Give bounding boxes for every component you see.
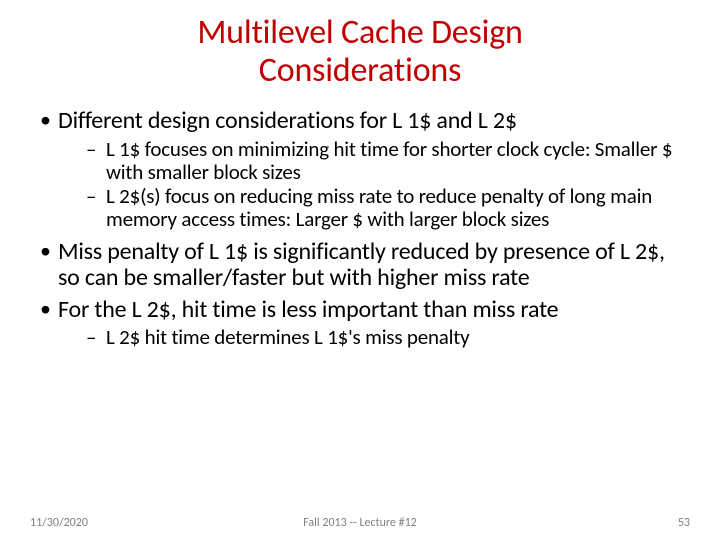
bullet-3-sublist: L 2$ hit time determines L 1$'s miss pen…	[58, 326, 690, 349]
bullet-1-sublist: L 1$ focuses on minimizing hit time for …	[58, 138, 690, 231]
bullet-2: Miss penalty of L 1$ is significantly re…	[30, 239, 690, 291]
footer-date: 11/30/2020	[30, 516, 88, 530]
bullet-list: Different design considerations for L 1$…	[30, 108, 690, 349]
footer-page: 53	[678, 516, 690, 530]
bullet-3: For the L 2$, hit time is less important…	[30, 297, 690, 350]
title-line-1: Multilevel Cache Design	[197, 12, 522, 53]
title-line-2: Considerations	[259, 50, 461, 91]
bullet-3-sub-1: L 2$ hit time determines L 1$'s miss pen…	[84, 326, 690, 349]
bullet-1-sub-2: L 2$(s) focus on reducing miss rate to r…	[84, 185, 690, 230]
bullet-1-text: Different design considerations for L 1$…	[58, 106, 517, 135]
footer-center: Fall 2013 -- Lecture #12	[30, 516, 690, 530]
bullet-1-sub-1: L 1$ focuses on minimizing hit time for …	[84, 138, 690, 183]
slide-title: Multilevel Cache Design Considerations	[30, 14, 690, 90]
bullet-3-text: For the L 2$, hit time is less important…	[58, 295, 558, 324]
bullet-1: Different design considerations for L 1$…	[30, 108, 690, 231]
slide-footer: 11/30/2020 Fall 2013 -- Lecture #12 53	[30, 516, 690, 530]
